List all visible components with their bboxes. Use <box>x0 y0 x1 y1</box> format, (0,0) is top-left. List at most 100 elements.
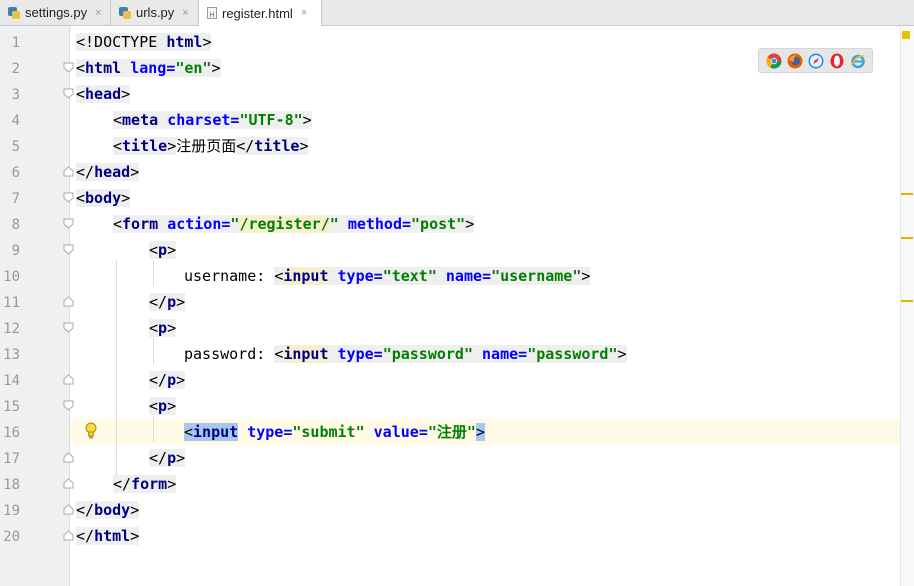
code-token: > <box>130 501 140 519</box>
tab-label: urls.py <box>136 5 175 20</box>
line-number: 4 <box>11 113 20 129</box>
code-line-13: password: <input type="password" name="p… <box>184 341 627 367</box>
code-token: form <box>131 475 168 493</box>
code-line-1: <!DOCTYPE html> <box>76 29 212 55</box>
line-number: 5 <box>11 139 20 155</box>
code-token: < <box>76 33 86 51</box>
code-token: password: <box>184 345 275 363</box>
code-line-19: </body> <box>76 497 140 523</box>
code-token: "post" <box>411 215 466 233</box>
close-icon[interactable]: × <box>95 7 101 19</box>
tab-label: settings.py <box>25 5 88 20</box>
code-token: name <box>445 267 483 285</box>
code-token: "username" <box>491 267 582 285</box>
code-token: method <box>347 215 402 233</box>
close-icon[interactable]: × <box>182 7 188 19</box>
code-token: "UTF-8" <box>239 111 303 129</box>
code-token: </ <box>149 449 168 467</box>
warning-marker[interactable] <box>901 237 913 239</box>
line-number: 1 <box>11 35 20 51</box>
code-token: " <box>329 215 339 233</box>
code-token: < <box>149 319 159 337</box>
code-line-8: <form action="/register/" method="post"> <box>113 211 475 237</box>
code-token: > <box>130 527 140 545</box>
code-token: head <box>94 163 131 181</box>
firefox-icon[interactable] <box>787 53 803 69</box>
line-number: 11 <box>3 295 20 311</box>
warning-marker[interactable] <box>901 300 913 302</box>
code-token: "submit" <box>292 423 365 441</box>
tab-label: register.html <box>222 5 293 21</box>
code-token: > <box>176 371 186 389</box>
code-token: 注册页面 <box>176 137 237 155</box>
code-line-15: <p> <box>149 393 177 419</box>
code-token: < <box>76 59 86 77</box>
code-line-12: <p> <box>149 315 177 341</box>
code-token: type <box>247 423 284 441</box>
code-token: /register/ <box>239 215 330 233</box>
code-token: name <box>482 345 519 363</box>
safari-icon[interactable] <box>808 53 824 69</box>
code-token: > <box>299 137 309 155</box>
line-number: 17 <box>3 451 20 467</box>
code-token: < <box>274 267 284 285</box>
warning-marker[interactable] <box>901 193 913 195</box>
code-token: username: <box>184 267 275 285</box>
code-token: input <box>283 267 329 285</box>
code-editor[interactable]: <!DOCTYPE html> <html lang="en"> <head> … <box>70 26 900 586</box>
code-line-10: username: <input type="text" name="usern… <box>184 263 591 289</box>
indent-guide <box>116 260 117 494</box>
python-file-icon <box>119 6 131 20</box>
code-token: = <box>373 267 383 285</box>
vertical-scrollbar[interactable] <box>900 26 914 586</box>
code-token: < <box>113 215 123 233</box>
code-token: type <box>337 345 374 363</box>
code-token: </ <box>76 501 95 519</box>
code-token: < <box>184 423 194 441</box>
code-token: "注册" <box>427 423 476 441</box>
line-number: 14 <box>3 373 20 389</box>
code-token: "en" <box>175 59 212 77</box>
html-file-icon: H <box>207 7 217 19</box>
code-token: < <box>274 345 284 363</box>
code-token: title <box>254 137 300 155</box>
code-token: "password" <box>527 345 618 363</box>
opera-icon[interactable] <box>829 53 845 69</box>
code-token: < <box>113 111 123 129</box>
chrome-icon[interactable] <box>766 53 782 69</box>
code-token: > <box>202 33 212 51</box>
code-token: title <box>122 137 168 155</box>
code-token: = <box>166 59 176 77</box>
ie-icon[interactable] <box>849 53 866 69</box>
code-line-5: <title>注册页面</title> <box>113 133 309 159</box>
code-token: html <box>85 59 122 77</box>
tab-urls-py[interactable]: urls.py × <box>111 0 199 25</box>
code-token: > <box>302 111 312 129</box>
code-token: p <box>158 319 168 337</box>
code-token: </ <box>236 137 255 155</box>
code-token: html <box>166 33 203 51</box>
code-token: meta <box>122 111 159 129</box>
code-token: input <box>283 345 329 363</box>
code-token: > <box>121 85 131 103</box>
code-token: body <box>94 501 131 519</box>
indent-guide <box>153 260 154 286</box>
code-token: !DOCTYPE <box>85 33 158 51</box>
tab-settings-py[interactable]: settings.py × <box>0 0 111 25</box>
close-icon[interactable]: × <box>301 7 307 19</box>
browser-preview-toolbar <box>758 48 873 73</box>
code-token: > <box>617 345 627 363</box>
code-token: head <box>85 85 122 103</box>
inspection-status-icon[interactable] <box>902 31 910 39</box>
code-line-18: </form> <box>113 471 177 497</box>
tab-register-html[interactable]: H register.html × <box>199 0 322 26</box>
code-token: p <box>167 371 177 389</box>
code-line-4: <meta charset="UTF-8"> <box>113 107 312 133</box>
code-token: = <box>518 345 528 363</box>
code-token: > <box>581 267 591 285</box>
code-token: > <box>176 293 186 311</box>
line-number: 2 <box>11 61 20 77</box>
code-token: </ <box>149 371 168 389</box>
code-token: type <box>337 267 374 285</box>
code-token: "password" <box>382 345 473 363</box>
